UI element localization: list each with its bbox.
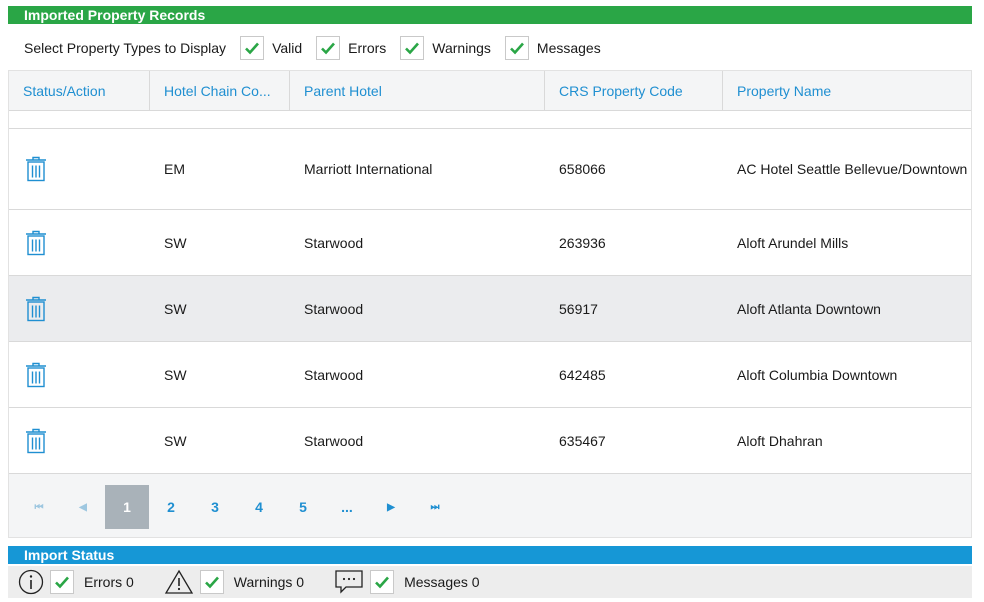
first-page-button[interactable]: ⏮ bbox=[17, 485, 61, 529]
filter-messages[interactable]: Messages bbox=[504, 36, 601, 60]
errors-label: Errors bbox=[348, 40, 387, 56]
property-name-cell: Aloft Arundel Mills bbox=[737, 234, 849, 251]
filter-errors[interactable]: Errors bbox=[316, 36, 386, 60]
column-header-property-name[interactable]: Property Name bbox=[723, 71, 971, 111]
filter-valid[interactable]: Valid bbox=[240, 36, 302, 60]
grid-header: Status/Action Hotel Chain Co... Parent H… bbox=[9, 71, 971, 111]
property-name-cell: AC Hotel Seattle Bellevue/Downtown bbox=[737, 161, 968, 177]
messages-label: Messages bbox=[536, 40, 601, 56]
check-icon bbox=[55, 576, 69, 589]
valid-label: Valid bbox=[272, 40, 303, 56]
messages-checkbox[interactable] bbox=[504, 36, 529, 60]
prev-page-button[interactable]: ◀ bbox=[61, 485, 105, 529]
check-icon bbox=[375, 576, 390, 589]
property-name-cell: Aloft Atlanta Downtown bbox=[737, 300, 881, 317]
page-button-1[interactable]: 1 bbox=[105, 485, 149, 529]
crs-code-cell: 635467 bbox=[559, 432, 606, 449]
table-row[interactable]: SW Starwood 56917 Aloft Atlanta Downtown bbox=[9, 276, 971, 342]
warning-icon bbox=[164, 569, 194, 595]
trash-icon[interactable] bbox=[25, 362, 47, 388]
page-button-3[interactable]: 3 bbox=[193, 485, 237, 529]
more-pages-button[interactable]: ... bbox=[325, 485, 369, 529]
errors-checkbox[interactable] bbox=[316, 36, 341, 60]
trash-icon[interactable] bbox=[25, 296, 47, 322]
trash-icon[interactable] bbox=[25, 230, 47, 256]
warnings-checkbox[interactable] bbox=[400, 36, 425, 60]
crs-code-cell: 658066 bbox=[559, 161, 606, 177]
page-button-5[interactable]: 5 bbox=[281, 485, 325, 529]
records-section-title: Imported Property Records bbox=[8, 6, 972, 24]
errors-count-label: Errors 0 bbox=[84, 574, 134, 590]
next-page-button[interactable]: ▶ bbox=[369, 485, 413, 529]
warnings-label: Warnings bbox=[432, 40, 491, 56]
crs-code-cell: 56917 bbox=[559, 300, 598, 317]
status-warnings: Warnings 0 bbox=[164, 569, 304, 595]
parent-hotel-cell: Marriott International bbox=[304, 161, 433, 177]
column-header-crs-code[interactable]: CRS Property Code bbox=[545, 71, 723, 111]
column-header-parent-hotel[interactable]: Parent Hotel bbox=[290, 71, 545, 111]
chain-code-cell: SW bbox=[164, 234, 187, 251]
trash-icon[interactable] bbox=[25, 156, 47, 182]
valid-checkbox[interactable] bbox=[240, 36, 265, 60]
messages-status-checkbox[interactable] bbox=[370, 570, 395, 594]
chain-code-cell: SW bbox=[164, 300, 187, 317]
import-status-title: Import Status bbox=[8, 546, 972, 564]
table-row[interactable]: EM Marriott International 658066 AC Hote… bbox=[9, 129, 971, 210]
check-icon bbox=[245, 42, 260, 55]
property-name-cell: Aloft Columbia Downtown bbox=[737, 366, 898, 383]
warnings-status-checkbox[interactable] bbox=[199, 570, 224, 594]
chain-code-cell: EM bbox=[164, 161, 185, 177]
filter-label: Select Property Types to Display bbox=[24, 40, 227, 56]
page-button-2[interactable]: 2 bbox=[149, 485, 193, 529]
last-page-button[interactable]: ⏭ bbox=[413, 485, 457, 529]
messages-count-label: Messages 0 bbox=[404, 574, 480, 590]
trash-icon[interactable] bbox=[25, 428, 47, 454]
parent-hotel-cell: Starwood bbox=[304, 366, 364, 383]
chain-code-cell: SW bbox=[164, 432, 187, 449]
errors-status-checkbox[interactable] bbox=[50, 570, 74, 594]
grid-spacer bbox=[9, 111, 971, 129]
chain-code-cell: SW bbox=[164, 366, 187, 383]
status-messages: Messages 0 bbox=[334, 569, 480, 595]
crs-code-cell: 642485 bbox=[559, 366, 606, 383]
table-row[interactable]: SW Starwood 263936 Aloft Arundel Mills bbox=[9, 210, 971, 276]
pagination: ⏮ ◀ 1 2 3 4 5 ... ▶ ⏭ bbox=[9, 474, 971, 537]
property-type-filter: Select Property Types to Display Valid E… bbox=[24, 36, 615, 60]
parent-hotel-cell: Starwood bbox=[304, 234, 364, 251]
parent-hotel-cell: Starwood bbox=[304, 300, 364, 317]
status-errors: Errors 0 bbox=[18, 569, 134, 595]
check-icon bbox=[204, 576, 219, 589]
property-name-cell: Aloft Dhahran bbox=[737, 432, 823, 449]
check-icon bbox=[405, 42, 420, 55]
crs-code-cell: 263936 bbox=[559, 234, 606, 251]
property-records-grid: Status/Action Hotel Chain Co... Parent H… bbox=[8, 70, 972, 538]
filter-warnings[interactable]: Warnings bbox=[400, 36, 491, 60]
table-row[interactable]: SW Starwood 635467 Aloft Dhahran bbox=[9, 408, 971, 474]
table-row[interactable]: SW Starwood 642485 Aloft Columbia Downto… bbox=[9, 342, 971, 408]
parent-hotel-cell: Starwood bbox=[304, 432, 364, 449]
message-icon bbox=[334, 569, 364, 595]
import-status-row: Errors 0 Warnings 0 Messages 0 bbox=[8, 566, 972, 598]
column-header-status-action[interactable]: Status/Action bbox=[9, 71, 150, 111]
column-header-hotel-chain[interactable]: Hotel Chain Co... bbox=[150, 71, 290, 111]
check-icon bbox=[321, 42, 336, 55]
page-button-4[interactable]: 4 bbox=[237, 485, 281, 529]
info-icon bbox=[18, 569, 44, 595]
warnings-count-label: Warnings 0 bbox=[233, 574, 305, 590]
check-icon bbox=[509, 42, 524, 55]
